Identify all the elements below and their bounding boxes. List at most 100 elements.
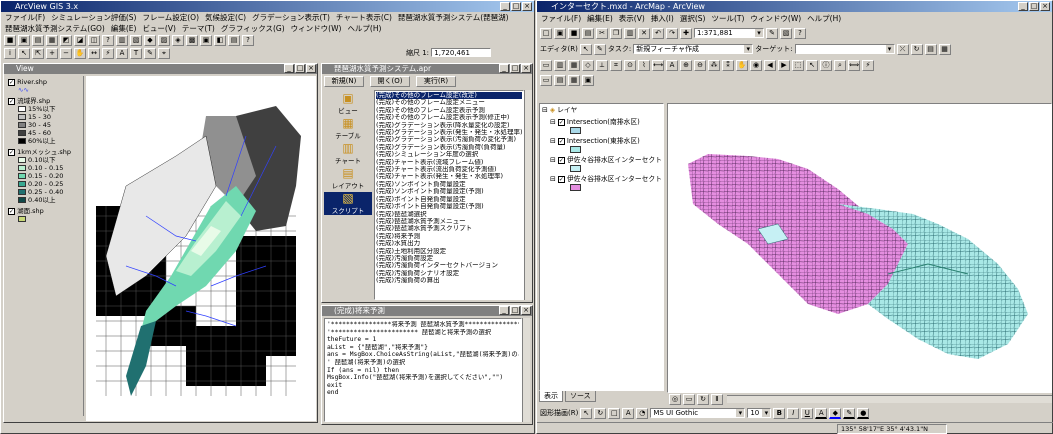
maximize-icon[interactable]: □ — [510, 64, 520, 73]
close-icon[interactable]: × — [521, 64, 531, 73]
target-combo[interactable] — [794, 44, 895, 54]
fixed-zoom-out-icon[interactable]: ⁑ — [722, 59, 734, 71]
rotate-tool-icon[interactable]: ↻ — [910, 43, 923, 55]
annotation-icon[interactable]: A — [666, 59, 678, 71]
menu-item[interactable]: ウィンドウ(W) — [750, 12, 801, 25]
redo-icon[interactable]: ↷ — [666, 27, 678, 39]
menu-item[interactable]: ファイル(F) — [541, 12, 581, 25]
draw-tool-icon[interactable]: ✎ — [144, 47, 156, 59]
legend-theme-river[interactable]: ✓ River.shp — [8, 78, 81, 86]
grid-icon[interactable]: ▦ — [568, 59, 580, 71]
undo-icon[interactable]: ↶ — [652, 27, 664, 39]
doc-type-view[interactable]: ▣ ビュー — [324, 92, 372, 116]
menu-item[interactable]: 表示(V) — [619, 12, 645, 25]
script-list-item[interactable]: (完成)琵琶湖水質予測メニュー — [376, 218, 522, 225]
print-icon[interactable]: ▤ — [582, 27, 594, 39]
pointer-tool-icon[interactable]: ↖ — [18, 47, 30, 59]
right-app-titlebar[interactable]: インターセクト.mxd - ArcMap - ArcView _ □ × — [537, 1, 1052, 12]
hotlink-tool-icon[interactable]: ⚡ — [102, 47, 114, 59]
layer-visibility-checkbox[interactable]: ✓ — [557, 157, 565, 164]
script-list-item[interactable]: (完成)グラデーション表示(発生・発生・水処理率) — [376, 129, 522, 136]
text-icon[interactable]: A — [622, 407, 635, 419]
full-extent-icon[interactable]: ◉ — [750, 59, 762, 71]
layer-icon[interactable]: ▥ — [554, 59, 566, 71]
close-icon[interactable]: × — [306, 64, 316, 73]
table-icon[interactable]: ▦ — [46, 35, 58, 46]
cut-icon[interactable]: ✂ — [596, 27, 608, 39]
script-list-item[interactable]: (完成)チャート表示(流域フレーム値) — [376, 159, 522, 166]
whats-this-icon[interactable]: ? — [794, 27, 806, 39]
locate-icon[interactable]: ◧ — [214, 35, 226, 46]
script-list-scrollbar[interactable] — [524, 90, 532, 300]
map-hscroll[interactable] — [727, 395, 1052, 403]
line-color-icon[interactable]: ✎ — [843, 407, 856, 419]
forward-extent-icon[interactable]: ▶ — [778, 59, 790, 71]
print-icon[interactable]: ▤ — [32, 35, 44, 46]
menu-item[interactable]: ツール(T) — [711, 12, 744, 25]
fixed-zoom-in-icon[interactable]: ⁂ — [708, 59, 720, 71]
menu-item[interactable]: 琵琶湖水質予測システム(琵琶湖) — [398, 12, 509, 23]
menu-item[interactable]: チャート表示(C) — [336, 12, 392, 23]
minimize-icon[interactable]: _ — [284, 64, 294, 73]
layer-symbol[interactable] — [570, 146, 581, 153]
query-icon[interactable]: ? — [102, 35, 114, 46]
font-color-icon[interactable]: A — [815, 407, 828, 419]
script-list-item[interactable]: (完成)チャート表示(流出負荷変化予測値) — [376, 166, 522, 173]
save-icon[interactable]: ■ — [568, 27, 580, 39]
toc-layer[interactable]: ⊟ ✓ 伊佐々谷排水区インターセクト — [550, 175, 662, 191]
menu-item[interactable]: 挿入(I) — [651, 12, 674, 25]
zoom-out-tool-icon[interactable]: − — [60, 47, 72, 59]
script-list-item[interactable]: (完成)グラデーション表示(汚濁負荷の変化予測) — [376, 136, 522, 143]
save-icon[interactable]: ■ — [4, 35, 16, 46]
maximize-icon[interactable]: □ — [1029, 2, 1039, 11]
script-list-item[interactable]: (完成)ソンポイント負荷量設定 — [376, 181, 522, 188]
legend-theme-lake[interactable]: ✓ 湖面.shp — [8, 207, 81, 215]
script-list-item[interactable]: (完成)将来予測 — [376, 233, 522, 240]
arctoolbox-icon[interactable]: ▧ — [780, 27, 792, 39]
new-doc-icon[interactable]: □ — [540, 27, 552, 39]
catalog-icon[interactable]: ▦ — [568, 75, 580, 86]
measure-tool-icon[interactable]: ↔ — [88, 47, 100, 59]
network-icon[interactable]: ⟂ — [596, 59, 608, 71]
task-combo[interactable]: 新規フィーチャ作成 — [633, 44, 754, 54]
script-list-item[interactable]: (完成)琵琶湖選択 — [376, 211, 522, 218]
minimize-icon[interactable]: _ — [1018, 2, 1028, 11]
script-list-item[interactable]: (完成)土地利用区分設定 — [376, 248, 522, 255]
collapse-icon[interactable]: ⊟ — [550, 156, 556, 165]
pan-icon[interactable]: ✋ — [736, 59, 748, 71]
script-list-item[interactable]: (完成)その他のフレーム設定表示予測 — [376, 107, 522, 114]
identify-icon[interactable]: ⓘ — [820, 59, 832, 71]
script-list-item[interactable]: (完成)その他のフレーム設定(改定) — [376, 92, 522, 100]
select-elements-icon[interactable]: ↖ — [806, 59, 818, 71]
editor-toolbar-icon[interactable]: ✎ — [766, 27, 778, 39]
left-app-titlebar[interactable]: ArcView GIS 3.x _ □ × — [1, 1, 534, 12]
pause-draw-icon[interactable]: Ⅱ — [711, 394, 723, 405]
add-data-icon[interactable]: ✚ — [680, 27, 692, 39]
split-tool-icon[interactable]: ⤫ — [896, 43, 909, 55]
bold-button[interactable]: B — [773, 407, 786, 419]
edit-tool-icon[interactable]: ↖ — [579, 43, 592, 55]
menu-item[interactable]: シミュレーション評価(S) — [51, 12, 136, 23]
script-list-item[interactable]: (完成)シミュレーション年度の選択 — [376, 151, 522, 158]
sketch-props-icon[interactable]: ▦ — [938, 43, 951, 55]
script-list-item[interactable]: (完成)ポイント自発負荷量設定(予測) — [376, 203, 522, 210]
back-extent-icon[interactable]: ◀ — [764, 59, 776, 71]
callout-icon[interactable]: ◔ — [636, 407, 649, 419]
doc-type-script[interactable]: ▧ スクリプト — [324, 192, 372, 215]
fill-color-icon[interactable]: ◆ — [829, 407, 842, 419]
refresh-icon[interactable]: ▣ — [582, 75, 594, 86]
minimize-icon[interactable]: _ — [499, 306, 509, 315]
select-features-icon[interactable]: ⬚ — [792, 59, 804, 71]
snap-tool-icon[interactable]: ⌖ — [158, 47, 170, 59]
menu-item[interactable]: グラデーション表示(T) — [252, 12, 330, 23]
zoom-out-icon[interactable]: ⊖ — [694, 59, 706, 71]
script-editor-text[interactable]: '****************将来予測 琵琶湖水質予測***********… — [324, 318, 522, 422]
underline-button[interactable]: U — [801, 407, 814, 419]
data-view-icon[interactable]: ◎ — [669, 394, 681, 405]
layer-symbol[interactable] — [570, 184, 581, 191]
menu-item[interactable]: 気候設定(C) — [205, 12, 246, 23]
theme-checkbox[interactable]: ✓ — [8, 79, 15, 86]
theme-icon[interactable]: ◈ — [172, 35, 184, 46]
pan-tool-icon[interactable]: ✋ — [74, 47, 86, 59]
maximize-icon[interactable]: □ — [511, 2, 521, 11]
